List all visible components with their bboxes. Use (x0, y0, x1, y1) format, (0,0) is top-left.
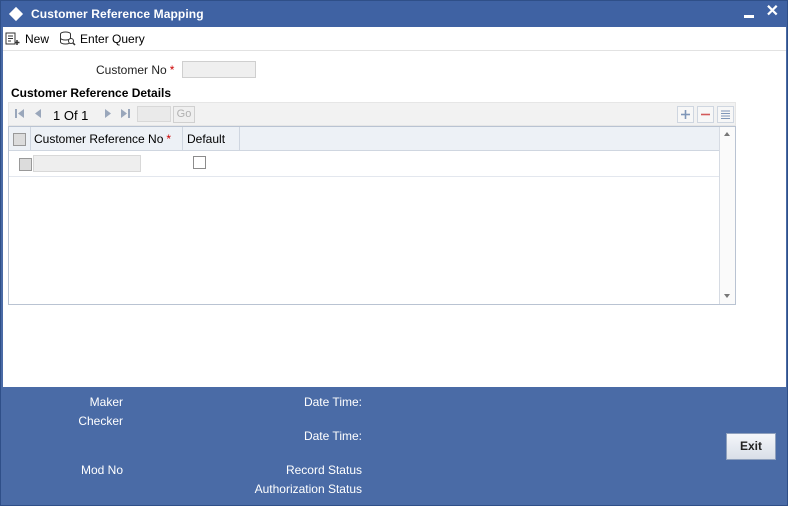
minus-icon (701, 113, 710, 116)
minimize-icon[interactable] (743, 14, 754, 18)
grid-header: Customer Reference No * Default (9, 127, 719, 151)
vertical-scrollbar[interactable] (719, 127, 735, 304)
new-label: New (25, 31, 50, 46)
default-checkbox[interactable] (193, 156, 206, 169)
page-number-input[interactable] (137, 106, 171, 122)
table-row (9, 152, 719, 177)
scroll-down-icon[interactable] (724, 294, 730, 298)
mod-no-label: Mod No (80, 463, 123, 477)
scroll-up-icon[interactable] (724, 132, 730, 136)
enter-query-button[interactable]: Enter Query (59, 31, 145, 46)
customer-reference-no-input[interactable] (33, 155, 141, 172)
add-row-button[interactable] (677, 106, 694, 123)
customer-no-label: Customer No * (96, 63, 174, 77)
customer-reference-mapping-window: Customer Reference Mapping ✕ New Enter Q… (0, 0, 788, 506)
new-button[interactable]: New (5, 32, 49, 46)
customer-reference-grid: Customer Reference No * Default (8, 126, 736, 305)
enter-query-label: Enter Query (80, 31, 145, 46)
next-page-icon[interactable] (103, 108, 112, 119)
previous-page-icon[interactable] (34, 108, 43, 119)
maker-date-time-label: Date Time: (303, 395, 362, 409)
new-record-icon (5, 32, 20, 45)
column-label: Default (187, 132, 226, 146)
pagination-bar: 1 Of 1 Go (8, 102, 736, 126)
list-view-icon (721, 110, 730, 119)
audit-footer: Maker Checker Mod No Date Time: Date Tim… (1, 388, 787, 505)
exit-button[interactable]: Exit (726, 433, 776, 460)
column-label: Customer Reference No (34, 132, 164, 146)
database-query-icon (60, 31, 76, 46)
select-all-cell (9, 127, 31, 151)
plus-icon (681, 110, 690, 119)
record-status-label: Record Status (285, 463, 362, 477)
last-page-icon[interactable] (120, 108, 131, 119)
checker-date-time-label: Date Time: (303, 429, 362, 443)
close-icon[interactable]: ✕ (766, 4, 779, 20)
customer-no-input[interactable] (182, 61, 256, 78)
column-default[interactable]: Default (183, 127, 240, 151)
go-button[interactable]: Go (173, 106, 195, 123)
single-view-button[interactable] (717, 106, 734, 123)
title-bar: Customer Reference Mapping ✕ (1, 1, 787, 27)
window-title: Customer Reference Mapping (31, 7, 204, 21)
window-controls: ✕ (743, 4, 779, 20)
required-marker: * (166, 132, 172, 146)
maker-label: Maker (89, 395, 123, 409)
first-page-icon[interactable] (14, 108, 25, 119)
required-marker: * (169, 63, 175, 77)
column-customer-reference-no[interactable]: Customer Reference No * (31, 127, 183, 151)
checker-label: Checker (78, 414, 123, 428)
toolbar: New Enter Query (3, 27, 786, 51)
row-select-checkbox[interactable] (19, 158, 32, 171)
section-title: Customer Reference Details (11, 86, 172, 100)
content-area: New Enter Query Customer No * Customer Re… (3, 27, 786, 387)
select-all-checkbox[interactable] (13, 132, 26, 146)
delete-row-button[interactable] (697, 106, 714, 123)
diamond-icon (8, 6, 24, 22)
authorization-status-label: Authorization Status (254, 482, 362, 496)
page-indicator: 1 Of 1 (53, 108, 89, 123)
customer-no-label-text: Customer No (96, 63, 167, 77)
